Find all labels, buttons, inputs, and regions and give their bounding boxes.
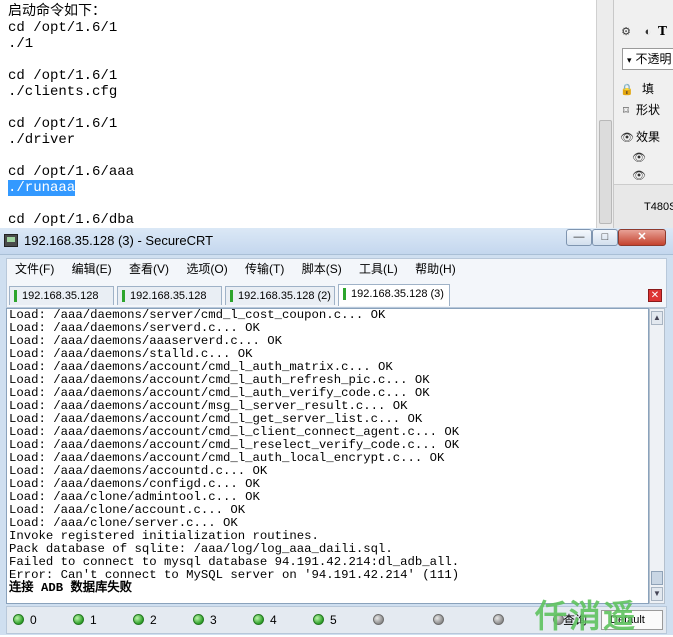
status-led-on-icon xyxy=(73,614,84,625)
terminal-output[interactable]: Load: /aaa/daemons/server/cmd_l_cost_cou… xyxy=(6,308,649,604)
session-tab-active[interactable]: 192.168.35.128 (3) xyxy=(338,284,450,306)
notepad-scrollbar-thumb[interactable] xyxy=(599,120,612,224)
notepad-line: cd /opt/1.6/dba xyxy=(8,212,135,228)
notepad-line xyxy=(8,52,134,68)
opacity-select[interactable]: ▾ 不透明 xyxy=(622,48,673,70)
shape-label: 形状 xyxy=(636,103,661,117)
scroll-up-icon[interactable]: ▲ xyxy=(651,311,663,325)
menu-transfer[interactable]: 传输(T) xyxy=(239,259,290,279)
menu-edit[interactable]: 编辑(E) xyxy=(66,259,118,279)
terminal-text: Load: /aaa/daemons/server/cmd_l_cost_cou… xyxy=(9,309,459,595)
minimize-button[interactable]: — xyxy=(566,229,592,246)
status-led-off-icon xyxy=(493,614,504,625)
connected-indicator-icon xyxy=(343,288,346,300)
status-led-on-icon xyxy=(313,614,324,625)
session-button[interactable]: 3 xyxy=(193,612,217,628)
session-button-label: 4 xyxy=(270,613,277,627)
notepad-line xyxy=(8,100,134,116)
text-tool-label[interactable]: T xyxy=(658,24,667,38)
watermark-logo: 仟消遥 xyxy=(535,597,638,635)
menu-script[interactable]: 脚本(S) xyxy=(296,259,348,279)
scroll-down-icon[interactable]: ▼ xyxy=(651,587,663,601)
side-panel-shape-row[interactable]: ⌑ 形状 xyxy=(614,99,673,121)
window-title: 192.168.35.128 (3) - SecureCRT xyxy=(24,233,214,248)
effect-label: 效果 xyxy=(636,130,661,144)
notepad-scrollbar[interactable] xyxy=(596,0,613,228)
status-led-on-icon xyxy=(133,614,144,625)
close-tab-icon[interactable]: ✕ xyxy=(648,289,662,302)
session-button-label: 5 xyxy=(330,613,337,627)
terminal-scrollbar[interactable]: ▲ ▼ xyxy=(649,308,665,604)
session-button[interactable]: 4 xyxy=(253,612,277,628)
session-button[interactable]: 1 xyxy=(73,612,97,628)
session-tab[interactable]: 192.168.35.128 (2) xyxy=(225,286,335,305)
opacity-label: 不透明 xyxy=(635,52,672,66)
side-panel-toolbar-row[interactable]: ⚙ ◐ T xyxy=(614,20,673,42)
side-panel-fill-row[interactable]: 🔒 填 xyxy=(614,78,673,100)
notepad-line: 启动命令如下： xyxy=(8,4,106,20)
session-tab-label: 192.168.35.128 xyxy=(22,290,99,302)
notepad-line xyxy=(8,148,134,164)
menu-file[interactable]: 文件(F) xyxy=(9,259,60,279)
session-button[interactable]: 5 xyxy=(313,612,337,628)
selected-text: ./runaaa xyxy=(8,180,76,196)
session-tab-label: 192.168.35.128 (3) xyxy=(351,288,444,300)
notepad-line xyxy=(8,196,134,212)
status-led-on-icon xyxy=(13,614,24,625)
connected-indicator-icon xyxy=(14,290,17,302)
menu-bar: 文件(F) 编辑(E) 查看(V) 选项(O) 传输(T) 脚本(S) 工具(L… xyxy=(6,258,667,280)
terminal-icon xyxy=(4,234,18,247)
session-tab[interactable]: 192.168.35.128 (1) xyxy=(117,286,222,320)
session-button[interactable] xyxy=(373,612,390,628)
session-button[interactable] xyxy=(493,612,510,628)
side-panel-effect-row[interactable]: 👁 效果 xyxy=(614,126,673,148)
status-led-on-icon xyxy=(193,614,204,625)
notepad-line: cd /opt/1.6/aaa xyxy=(8,164,135,180)
chevron-down-icon: ▾ xyxy=(627,55,632,65)
shape-icon: ⌑ xyxy=(623,105,629,117)
notepad-line: ./1 xyxy=(8,36,34,52)
side-panel-effect-sub-row[interactable]: 👁 xyxy=(614,164,673,186)
status-led-off-icon xyxy=(433,614,444,625)
session-tab-bar: 192.168.35.128 192.168.35.128 (1) 192.16… xyxy=(6,280,667,320)
side-panel: ⚙◐T ▾不透明 🔒填 ⌑形状 👁效果 👁 👁 T480S xyxy=(613,0,673,228)
title-bar[interactable]: 192.168.35.128 (3) - SecureCRT — □ ✕ xyxy=(0,228,673,255)
maximize-button[interactable]: □ xyxy=(592,229,618,246)
status-led-on-icon xyxy=(253,614,264,625)
session-button[interactable]: 2 xyxy=(133,612,157,628)
notepad-line: cd /opt/1.6/1 xyxy=(8,68,118,84)
session-tab[interactable]: 192.168.35.128 xyxy=(9,286,114,305)
terminal-scrollbar-thumb[interactable] xyxy=(651,571,663,585)
notepad-line: cd /opt/1.6/1 xyxy=(8,20,118,36)
status-led-off-icon xyxy=(373,614,384,625)
circle-icon[interactable]: ◐ xyxy=(642,21,654,43)
lock-icon: 🔒 xyxy=(620,84,634,96)
menu-help[interactable]: 帮助(H) xyxy=(409,259,462,279)
session-tab-label: 192.168.35.128 (2) xyxy=(238,290,331,302)
fill-label: 填 xyxy=(642,82,655,96)
securecrt-window: 192.168.35.128 (3) - SecureCRT — □ ✕ 文件(… xyxy=(0,228,673,635)
connected-indicator-icon xyxy=(122,290,125,302)
session-button-label: 3 xyxy=(210,613,217,627)
side-panel-footer: T480S xyxy=(614,184,673,228)
connected-indicator-icon xyxy=(230,290,233,302)
session-button-label: 2 xyxy=(150,613,157,627)
notepad-line: ./clients.cfg xyxy=(8,84,118,100)
notepad-line: cd /opt/1.6/1 xyxy=(8,116,118,132)
menu-options[interactable]: 选项(O) xyxy=(180,259,233,279)
terminal-line: 连接 ADB 数据库失败 xyxy=(9,581,132,595)
notepad-line: ./driver xyxy=(8,132,76,148)
session-button[interactable]: 0 xyxy=(13,612,37,628)
notepad-line: ./runaaa xyxy=(8,180,134,196)
session-button-label: 1 xyxy=(90,613,97,627)
gear-icon[interactable]: ⚙ xyxy=(620,21,632,43)
menu-view[interactable]: 查看(V) xyxy=(123,259,175,279)
session-button-label: 0 xyxy=(30,613,37,627)
notepad-window[interactable]: 启动命令如下： cd /opt/1.6/1 ./1 cd /opt/1.6/1 ./cl… xyxy=(0,0,598,228)
menu-tools[interactable]: 工具(L) xyxy=(353,259,404,279)
close-button[interactable]: ✕ xyxy=(618,229,666,246)
session-button[interactable] xyxy=(433,612,450,628)
notepad-text[interactable]: 启动命令如下： cd /opt/1.6/1 ./1 cd /opt/1.6/1 ./cl… xyxy=(8,4,134,228)
